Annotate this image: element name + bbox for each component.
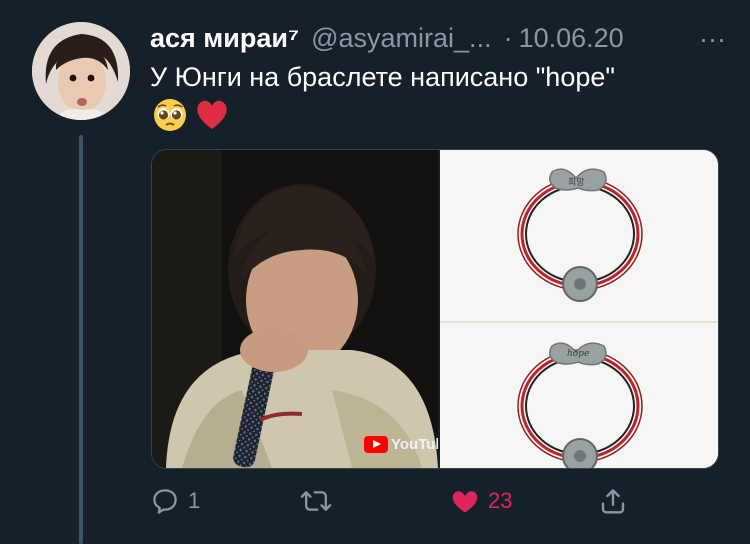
user-handle[interactable]: @asyamirai_... — [311, 23, 491, 54]
like-count: 23 — [488, 488, 513, 513]
tweet-header: ася мираи⁷ @asyamirai_... · 10.06.20 ··· — [150, 20, 730, 56]
tweet-text: У Юнги на браслете написано "hope" — [150, 62, 615, 92]
reply-count: 1 — [188, 488, 201, 513]
tweet-actions: 1 23 — [150, 484, 650, 518]
share-button[interactable] — [598, 486, 628, 516]
reply-button[interactable]: 1 — [150, 486, 200, 516]
share-icon — [601, 489, 625, 514]
bracelet-top-engraving: 희망 — [568, 178, 585, 188]
photo-singer[interactable]: YouTube — [152, 150, 438, 468]
pleading-face-icon — [154, 99, 186, 131]
avatar[interactable] — [32, 22, 130, 120]
media-grid[interactable]: YouTube 희망 hope — [151, 149, 719, 469]
youtube-watermark: YouTube — [364, 436, 438, 453]
like-button[interactable]: 23 — [450, 486, 512, 516]
youtube-watermark-label: YouTube — [391, 436, 438, 453]
more-options-icon[interactable]: ··· — [699, 24, 726, 55]
reply-icon — [153, 489, 177, 514]
separator-dot: · — [503, 22, 513, 53]
thread-line — [79, 135, 83, 544]
retweet-button[interactable] — [300, 486, 340, 516]
heart-icon — [452, 491, 478, 513]
avatar-image — [32, 22, 130, 120]
bracelets-photo-illustration — [440, 150, 718, 468]
display-name[interactable]: ася мираи⁷ — [150, 23, 299, 54]
retweet-icon — [300, 491, 332, 511]
tweet-date[interactable]: 10.06.20 — [519, 23, 624, 54]
youtube-logo-icon — [364, 436, 388, 453]
photo-bracelets[interactable]: 희망 hope — [438, 150, 718, 468]
red-heart-icon — [197, 100, 227, 129]
bracelet-bottom-engraving: hope — [567, 349, 590, 359]
emoji-line — [152, 97, 230, 133]
singer-photo-illustration — [152, 150, 438, 468]
